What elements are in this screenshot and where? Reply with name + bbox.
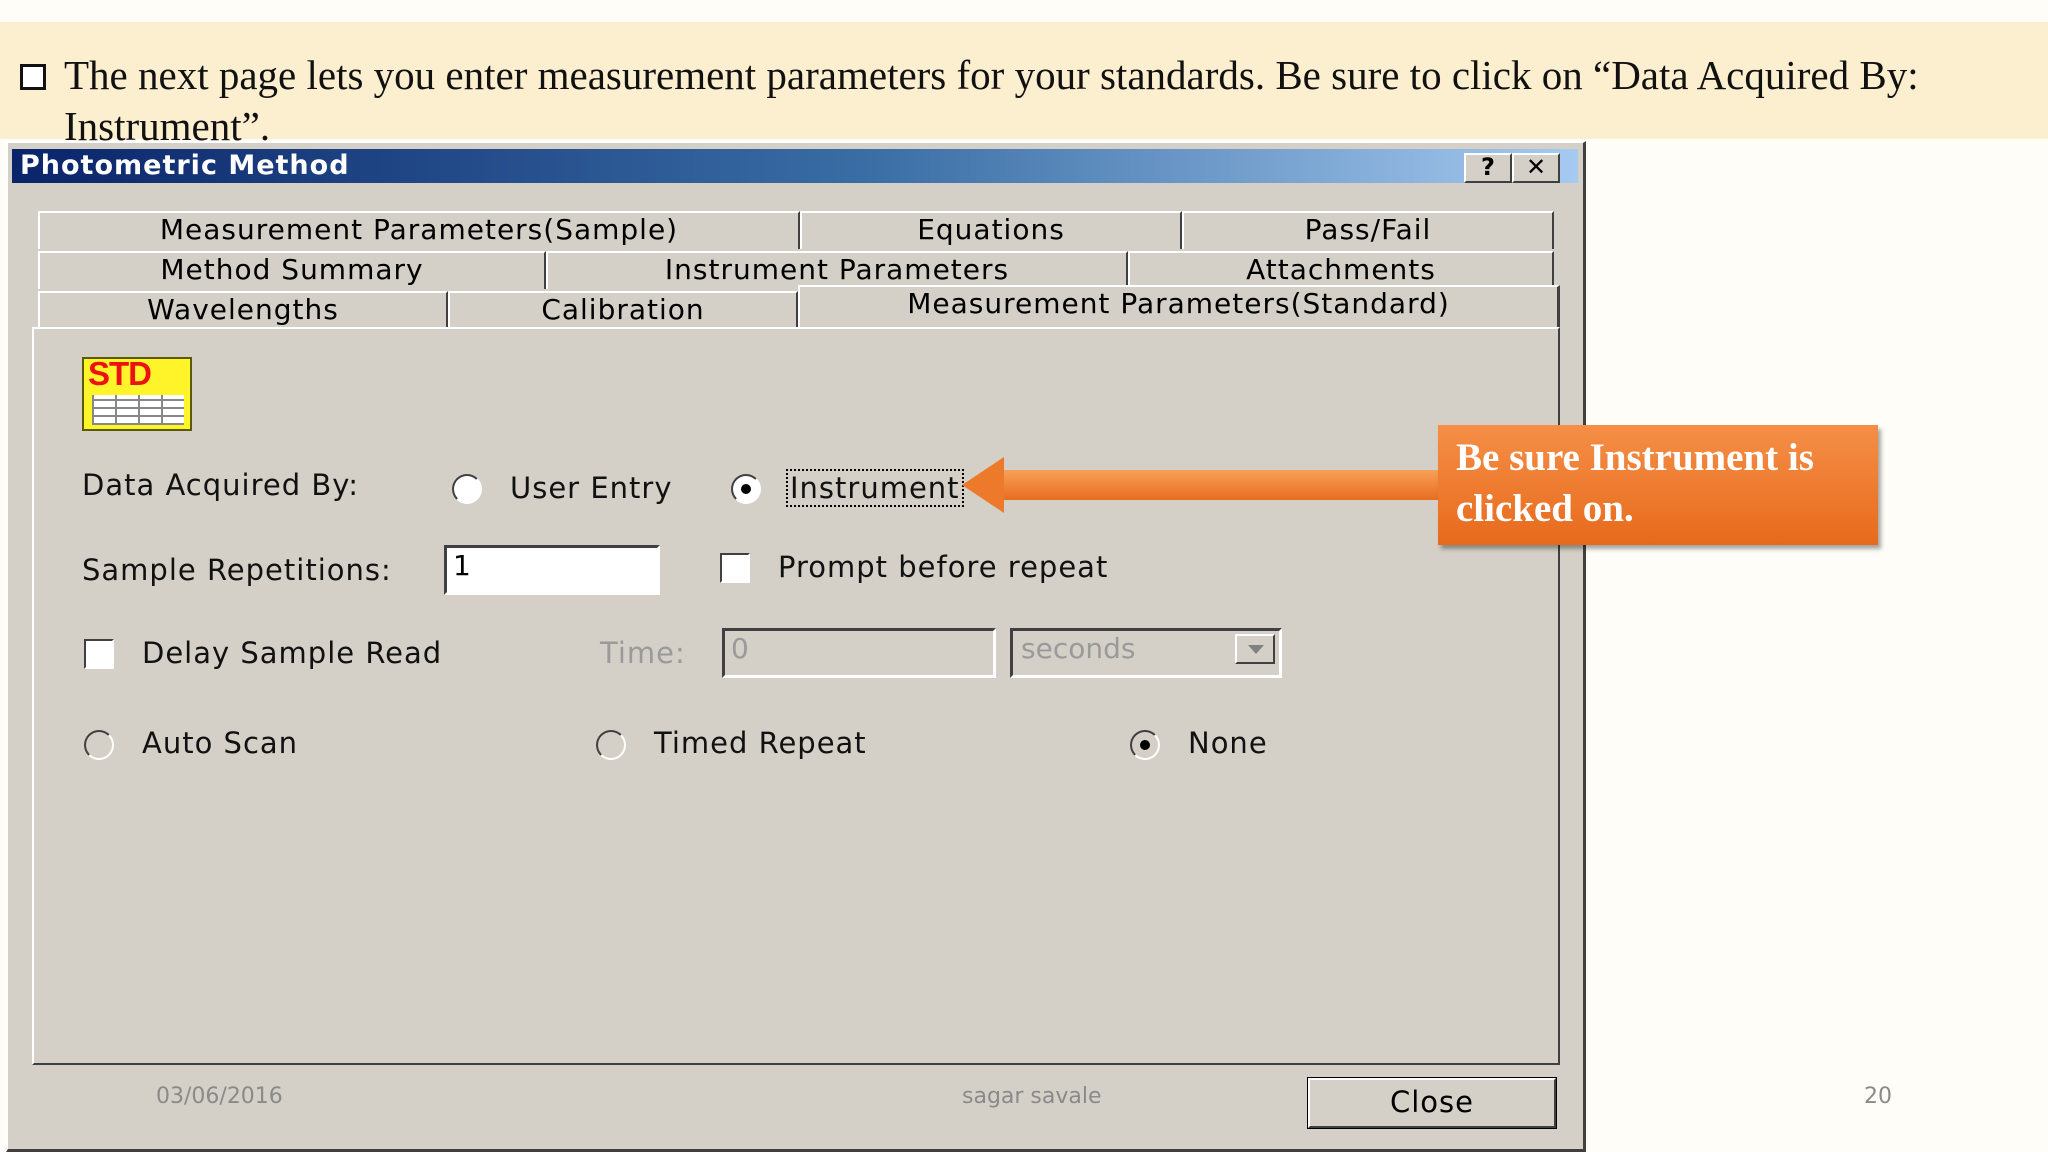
tab-panel <box>32 327 1560 1065</box>
prompt-before-repeat-label[interactable]: Prompt before repeat <box>778 550 1108 584</box>
footer-author: sagar savale <box>962 1084 1102 1109</box>
tab-measurement-parameters-standard[interactable]: Measurement Parameters(Standard) <box>798 285 1560 329</box>
data-acquired-label: Data Acquired By: <box>82 468 360 502</box>
delay-sample-read-checkbox[interactable] <box>84 639 114 669</box>
photometric-method-dialog: Photometric Method ? ✕ Measurement Param… <box>6 141 1586 1152</box>
none-radio[interactable] <box>1130 730 1160 760</box>
footer-date: 03/06/2016 <box>156 1084 283 1109</box>
title-bar: Photometric Method ? ✕ <box>12 149 1578 183</box>
tab-measurement-parameters-sample[interactable]: Measurement Parameters(Sample) <box>38 211 800 249</box>
chevron-down-icon[interactable] <box>1235 634 1275 664</box>
tab-method-summary[interactable]: Method Summary <box>38 251 546 289</box>
prompt-before-repeat-checkbox[interactable] <box>720 553 750 583</box>
user-entry-radio[interactable] <box>452 474 482 504</box>
footer-page-number: 20 <box>1864 1084 1892 1109</box>
delay-sample-read-label[interactable]: Delay Sample Read <box>142 636 442 670</box>
close-button[interactable]: Close <box>1307 1077 1557 1129</box>
window-title: Photometric Method <box>20 150 350 181</box>
time-unit-select[interactable]: seconds <box>1010 628 1282 678</box>
tab-wavelengths[interactable]: Wavelengths <box>38 291 448 329</box>
callout-arrow-shaft <box>1000 470 1446 500</box>
auto-scan-radio[interactable] <box>84 730 114 760</box>
tab-instrument-parameters[interactable]: Instrument Parameters <box>546 251 1128 289</box>
close-window-button[interactable]: ✕ <box>1512 153 1560 183</box>
tab-attachments[interactable]: Attachments <box>1128 251 1554 289</box>
slide-header: The next page lets you enter measurement… <box>0 22 2048 149</box>
std-table-icon: STD <box>82 355 192 431</box>
instrument-radio[interactable] <box>731 474 761 504</box>
tab-equations[interactable]: Equations <box>800 211 1182 249</box>
help-button[interactable]: ? <box>1464 153 1512 183</box>
instrument-label[interactable]: Instrument <box>786 469 964 507</box>
tab-calibration[interactable]: Calibration <box>448 291 798 329</box>
tab-pass-fail[interactable]: Pass/Fail <box>1182 211 1554 249</box>
none-label[interactable]: None <box>1188 726 1268 760</box>
callout-box: Be sure Instrument is clicked on. <box>1438 425 1878 545</box>
grid-icon <box>92 395 184 425</box>
timed-repeat-label[interactable]: Timed Repeat <box>654 726 867 760</box>
std-icon-label: STD <box>88 355 152 392</box>
time-input[interactable]: 0 <box>722 628 996 678</box>
sample-repetitions-label: Sample Repetitions: <box>82 553 392 587</box>
left-arrow-icon <box>962 457 1004 513</box>
time-unit-value: seconds <box>1021 632 1136 665</box>
header-text: The next page lets you enter measurement… <box>64 52 1919 149</box>
sample-repetitions-input[interactable]: 1 <box>444 545 660 595</box>
checkbox-bullet-icon <box>20 64 46 90</box>
user-entry-label[interactable]: User Entry <box>510 471 672 505</box>
time-label: Time: <box>600 636 686 670</box>
auto-scan-label[interactable]: Auto Scan <box>142 726 298 760</box>
timed-repeat-radio[interactable] <box>596 730 626 760</box>
